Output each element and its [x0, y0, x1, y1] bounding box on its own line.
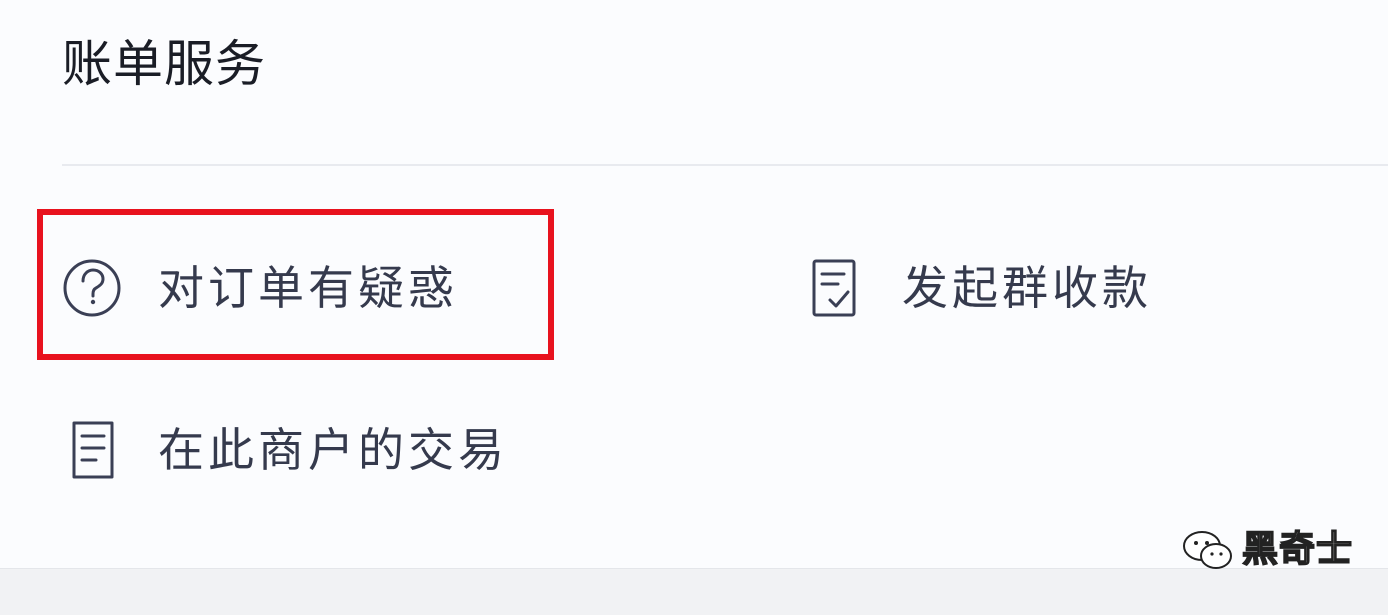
document-check-icon	[806, 256, 870, 320]
divider	[62, 164, 1388, 166]
merchant-transactions-item[interactable]: 在此商户的交易	[62, 418, 508, 482]
footer-band	[0, 568, 1388, 615]
section-title: 账单服务	[62, 35, 266, 93]
merchant-transactions-label: 在此商户的交易	[158, 423, 508, 477]
group-collection-item[interactable]: 发起群收款	[806, 256, 1152, 320]
wechat-logo-icon	[1180, 528, 1234, 572]
highlight-annotation-box	[37, 209, 554, 360]
document-list-icon	[62, 418, 126, 482]
watermark: 黑奇士	[1180, 528, 1353, 572]
bill-services-card: 账单服务 对订单有疑惑 发起群收款 在此商户的交易	[0, 0, 1388, 568]
watermark-text: 黑奇士	[1241, 528, 1354, 571]
group-collection-label: 发起群收款	[902, 261, 1152, 315]
